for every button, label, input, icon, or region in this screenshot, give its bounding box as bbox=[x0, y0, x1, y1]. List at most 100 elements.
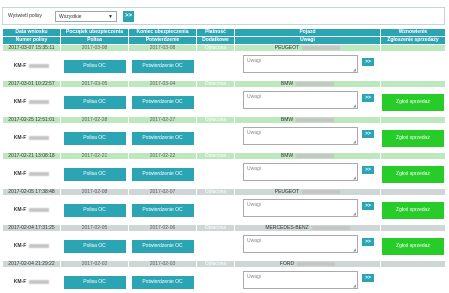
sale-report-cell: Zgłoś sprzedaż bbox=[380, 159, 446, 189]
end-date: 2017-03-04 bbox=[128, 80, 197, 88]
confirmation-cell: Potwierdzenie OC bbox=[128, 231, 197, 261]
chevron-down-icon: ▼ bbox=[108, 14, 113, 20]
report-sale-button[interactable]: Zgłoś sprzedaż bbox=[382, 201, 444, 219]
policy-number-cell: KM-F bbox=[2, 267, 61, 293]
notes-placeholder: Uwagi bbox=[247, 94, 261, 100]
resize-grip-icon[interactable]: ◢ bbox=[353, 283, 356, 288]
additional-cell bbox=[196, 231, 235, 261]
policy-number: KM-F bbox=[13, 135, 27, 141]
additional-cell bbox=[196, 267, 235, 293]
notes-submit-button[interactable]: >> bbox=[362, 274, 374, 282]
policy-number-redacted bbox=[29, 135, 50, 140]
report-sale-button[interactable]: Zgłoś sprzedaż bbox=[382, 93, 444, 111]
notes-submit-button[interactable]: >> bbox=[362, 202, 374, 210]
notes-textarea[interactable]: Uwagi ◢ bbox=[243, 163, 358, 181]
report-sale-button[interactable]: Zgłoś sprzedaż bbox=[382, 129, 444, 147]
notes-textarea[interactable]: Uwagi ◢ bbox=[243, 271, 358, 289]
col-header-confirmation: Potwierdzenie bbox=[128, 36, 197, 45]
confirmation-cell: Potwierdzenie OC bbox=[128, 195, 197, 225]
notes-submit-button[interactable]: >> bbox=[362, 130, 374, 138]
notes-textarea[interactable]: Uwagi ◢ bbox=[243, 235, 358, 253]
resize-grip-icon[interactable]: ◢ bbox=[353, 211, 356, 216]
notes-submit-button[interactable]: >> bbox=[362, 238, 374, 246]
notes-submit-button[interactable]: >> bbox=[362, 166, 374, 174]
policy-oc-button[interactable]: Polisa OC bbox=[63, 59, 126, 73]
confirmation-oc-button[interactable]: Potwierdzenie OC bbox=[131, 59, 194, 73]
request-date: 2017-03-01 10:22:57 bbox=[2, 80, 61, 88]
notes-placeholder: Uwagi bbox=[247, 274, 261, 280]
confirmation-oc-button[interactable]: Potwierdzenie OC bbox=[131, 239, 194, 253]
policy-number: KM-F bbox=[13, 63, 27, 69]
request-date: 2017-02-04 21:29:22 bbox=[2, 260, 61, 268]
policy-oc-button[interactable]: Polisa OC bbox=[63, 131, 126, 145]
notes-placeholder: Uwagi bbox=[247, 202, 261, 208]
report-sale-button[interactable]: Zgłoś sprzedaż bbox=[382, 237, 444, 255]
policy-number: KM-F bbox=[13, 171, 27, 177]
start-date: 2017-02-21 bbox=[60, 152, 129, 160]
policy-oc-button[interactable]: Polisa OC bbox=[63, 239, 126, 253]
table-row-info: 2017-02-21 13:08:18 2017-02-21 2017-02-22 O… bbox=[2, 152, 446, 160]
additional-cell bbox=[196, 159, 235, 189]
table-row: KM-F Polisa OC Potwierdzenie OC Uwagi ◢ >> bbox=[2, 267, 446, 293]
resize-grip-icon[interactable]: ◢ bbox=[353, 103, 356, 108]
end-date: 2017-02-06 bbox=[128, 224, 197, 232]
notes-textarea[interactable]: Uwagi ◢ bbox=[243, 91, 358, 109]
vehicle-model-redacted bbox=[302, 189, 341, 194]
policy-oc-button[interactable]: Polisa OC bbox=[63, 275, 126, 289]
policy-number: KM-F bbox=[13, 279, 27, 285]
report-sale-button[interactable]: Zgłoś sprzedaż bbox=[382, 165, 444, 183]
col-header-payment: Płatność bbox=[196, 28, 235, 37]
payment-status: Opłacona bbox=[196, 116, 235, 124]
notes-submit-button[interactable]: >> bbox=[362, 58, 374, 66]
start-date: 2017-03-05 bbox=[60, 80, 129, 88]
policy-number-redacted bbox=[29, 207, 50, 212]
policy-number: KM-F bbox=[13, 99, 27, 105]
policy-oc-button[interactable]: Polisa OC bbox=[63, 203, 126, 217]
table-row: KM-F Polisa OC Potwierdzenie OC Uwagi ◢ >> Zgł… bbox=[2, 231, 446, 261]
vehicle-model-redacted bbox=[296, 153, 335, 158]
renewal-cell bbox=[380, 116, 446, 124]
notes-textarea[interactable]: Uwagi ◢ bbox=[243, 199, 358, 217]
notes-submit-button[interactable]: >> bbox=[362, 94, 374, 102]
confirmation-oc-button[interactable]: Potwierdzenie OC bbox=[131, 131, 194, 145]
table-row-info: 2017-02-04 17:31:25 2017-02-05 2017-02-06 O… bbox=[2, 224, 446, 232]
vehicle-cell: MERCEDES-BENZ bbox=[234, 224, 381, 232]
col-header-start: Początek ubezpieczenia bbox=[60, 28, 129, 37]
policy-filter-select[interactable]: Wszystkie ▼ bbox=[55, 11, 117, 22]
renewal-cell bbox=[380, 152, 446, 160]
policies-table-body: Data wniosku Początek ubezpieczenia Koni… bbox=[2, 28, 446, 293]
confirmation-oc-button[interactable]: Potwierdzenie OC bbox=[131, 203, 194, 217]
table-row-info: 2017-03-07 15:35:11 2017-03-08 2017-03-08 O… bbox=[2, 44, 446, 52]
resize-grip-icon[interactable]: ◢ bbox=[353, 67, 356, 72]
notes-textarea[interactable]: Uwagi ◢ bbox=[243, 127, 358, 145]
resize-grip-icon[interactable]: ◢ bbox=[353, 247, 356, 252]
policy-number: KM-F bbox=[13, 207, 27, 213]
notes-cell: Uwagi ◢ >> bbox=[234, 231, 381, 261]
sale-report-cell: Zgłoś sprzedaż bbox=[380, 87, 446, 117]
end-date: 2017-02-27 bbox=[128, 116, 197, 124]
resize-grip-icon[interactable]: ◢ bbox=[353, 175, 356, 180]
payment-status: Opłacona bbox=[196, 44, 235, 52]
filter-select-value: Wszystkie bbox=[59, 14, 82, 20]
filter-apply-button[interactable]: >> bbox=[123, 11, 134, 22]
table-row: KM-F Polisa OC Potwierdzenie OC Uwagi ◢ >> bbox=[2, 51, 446, 81]
resize-grip-icon[interactable]: ◢ bbox=[353, 139, 356, 144]
confirmation-oc-button[interactable]: Potwierdzenie OC bbox=[131, 95, 194, 109]
policy-cell: Polisa OC bbox=[60, 159, 129, 189]
confirmation-cell: Potwierdzenie OC bbox=[128, 87, 197, 117]
policy-oc-button[interactable]: Polisa OC bbox=[63, 167, 126, 181]
confirmation-oc-button[interactable]: Potwierdzenie OC bbox=[131, 167, 194, 181]
policy-cell: Polisa OC bbox=[60, 195, 129, 225]
notes-placeholder: Uwagi bbox=[247, 58, 261, 64]
confirmation-oc-button[interactable]: Potwierdzenie OC bbox=[131, 275, 194, 289]
policy-oc-button[interactable]: Polisa OC bbox=[63, 95, 126, 109]
notes-textarea[interactable]: Uwagi ◢ bbox=[243, 55, 358, 73]
end-date: 2017-02-22 bbox=[128, 152, 197, 160]
filter-bar: Wyświetl polisy Wszystkie ▼ >> bbox=[2, 7, 445, 25]
policy-number-cell: KM-F bbox=[2, 231, 61, 261]
vehicle-make: BMW bbox=[280, 81, 294, 87]
vehicle-cell: PEUGEOT bbox=[234, 188, 381, 196]
vehicle-model-redacted bbox=[311, 225, 350, 230]
end-date: 2017-02-03 bbox=[128, 260, 197, 268]
col-header-vehicle: Pojazd bbox=[234, 28, 381, 37]
